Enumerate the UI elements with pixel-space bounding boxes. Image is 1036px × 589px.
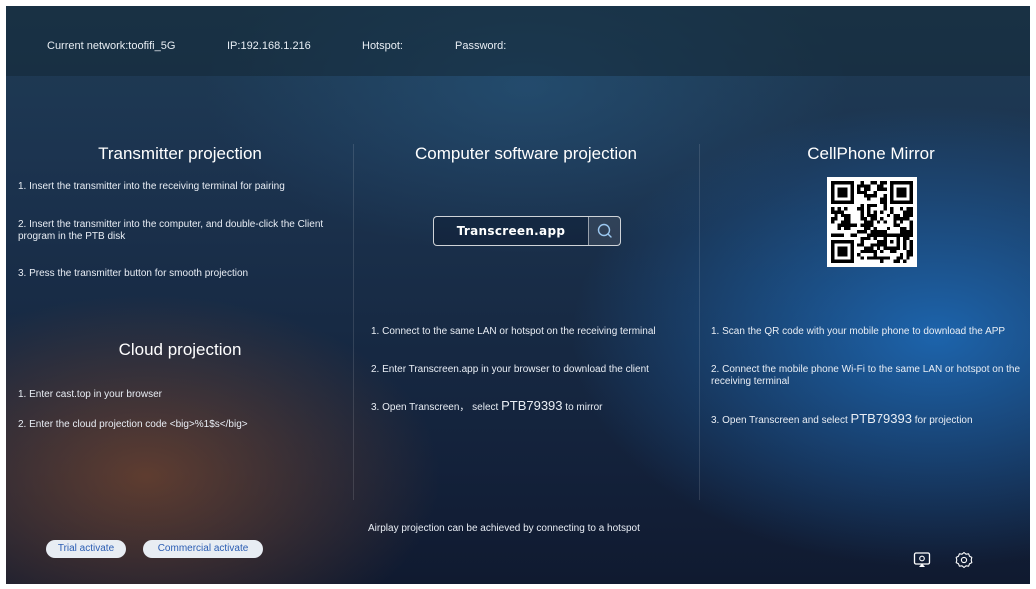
- cellphone-step-2: 2. Connect the mobile phone Wi-Fi to the…: [711, 364, 1021, 387]
- status-bar: Current network:toofifi_5G IP:192.168.1.…: [6, 6, 1030, 76]
- computer-title: Computer software projection: [414, 144, 638, 163]
- search-icon: [597, 223, 612, 238]
- cellphone-mirror-code: PTB79393: [850, 411, 912, 426]
- computer-step-3-suffix: to mirror: [562, 402, 603, 413]
- computer-step-3: 3. Open Transcreen， select PTB79393 to m…: [371, 398, 701, 414]
- computer-mirror-code: PTB79393: [501, 398, 563, 413]
- gear-icon: [955, 551, 973, 569]
- computer-step-2: 2. Enter Transcreen.app in your browser …: [371, 364, 649, 375]
- trial-activate-button[interactable]: Trial activate: [46, 540, 126, 558]
- cellphone-title: CellPhone Mirror: [807, 144, 935, 163]
- cloud-title: Cloud projection: [118, 340, 242, 359]
- transmitter-step-2: 2. Insert the transmitter into the compu…: [18, 219, 324, 242]
- column-divider-right: [699, 144, 700, 500]
- download-url-box[interactable]: Transcreen.app: [433, 216, 621, 246]
- transmitter-step-3: 3. Press the transmitter button for smoo…: [18, 268, 249, 279]
- cellphone-step-3-suffix: for projection: [911, 415, 973, 426]
- computer-step-3-prefix: 3. Open Transcreen， select: [371, 402, 502, 413]
- computer-step-1: 1. Connect to the same LAN or hotspot on…: [371, 326, 656, 337]
- column-divider-left: [353, 144, 354, 500]
- search-button[interactable]: [588, 217, 620, 245]
- ip-address: IP:192.168.1.216: [227, 40, 311, 52]
- qr-code-image: [831, 181, 913, 263]
- cast-button[interactable]: [912, 550, 932, 570]
- commercial-activate-button[interactable]: Commercial activate: [143, 540, 263, 558]
- cellphone-step-1: 1. Scan the QR code with your mobile pho…: [711, 326, 1006, 337]
- settings-button[interactable]: [954, 550, 974, 570]
- cellphone-step-3: 3. Open Transcreen and select PTB79393 f…: [711, 411, 1030, 427]
- cloud-step-2: 2. Enter the cloud projection code <big>…: [18, 419, 248, 430]
- hotspot-label: Hotspot:: [362, 40, 403, 52]
- transmitter-title: Transmitter projection: [98, 144, 262, 163]
- cellphone-step-3-prefix: 3. Open Transcreen and select: [711, 415, 851, 426]
- cloud-step-1: 1. Enter cast.top in your browser: [18, 389, 162, 400]
- download-url-text: Transcreen.app: [456, 224, 566, 238]
- transmitter-step-1: 1. Insert the transmitter into the recei…: [18, 181, 285, 192]
- network-status: Current network:toofifi_5G: [47, 40, 176, 52]
- cast-icon: [913, 552, 931, 567]
- airplay-note: Airplay projection can be achieved by co…: [368, 523, 640, 534]
- password-label: Password:: [455, 40, 507, 52]
- download-qr-code: [827, 177, 917, 267]
- app-screen: Current network:toofifi_5G IP:192.168.1.…: [6, 6, 1030, 584]
